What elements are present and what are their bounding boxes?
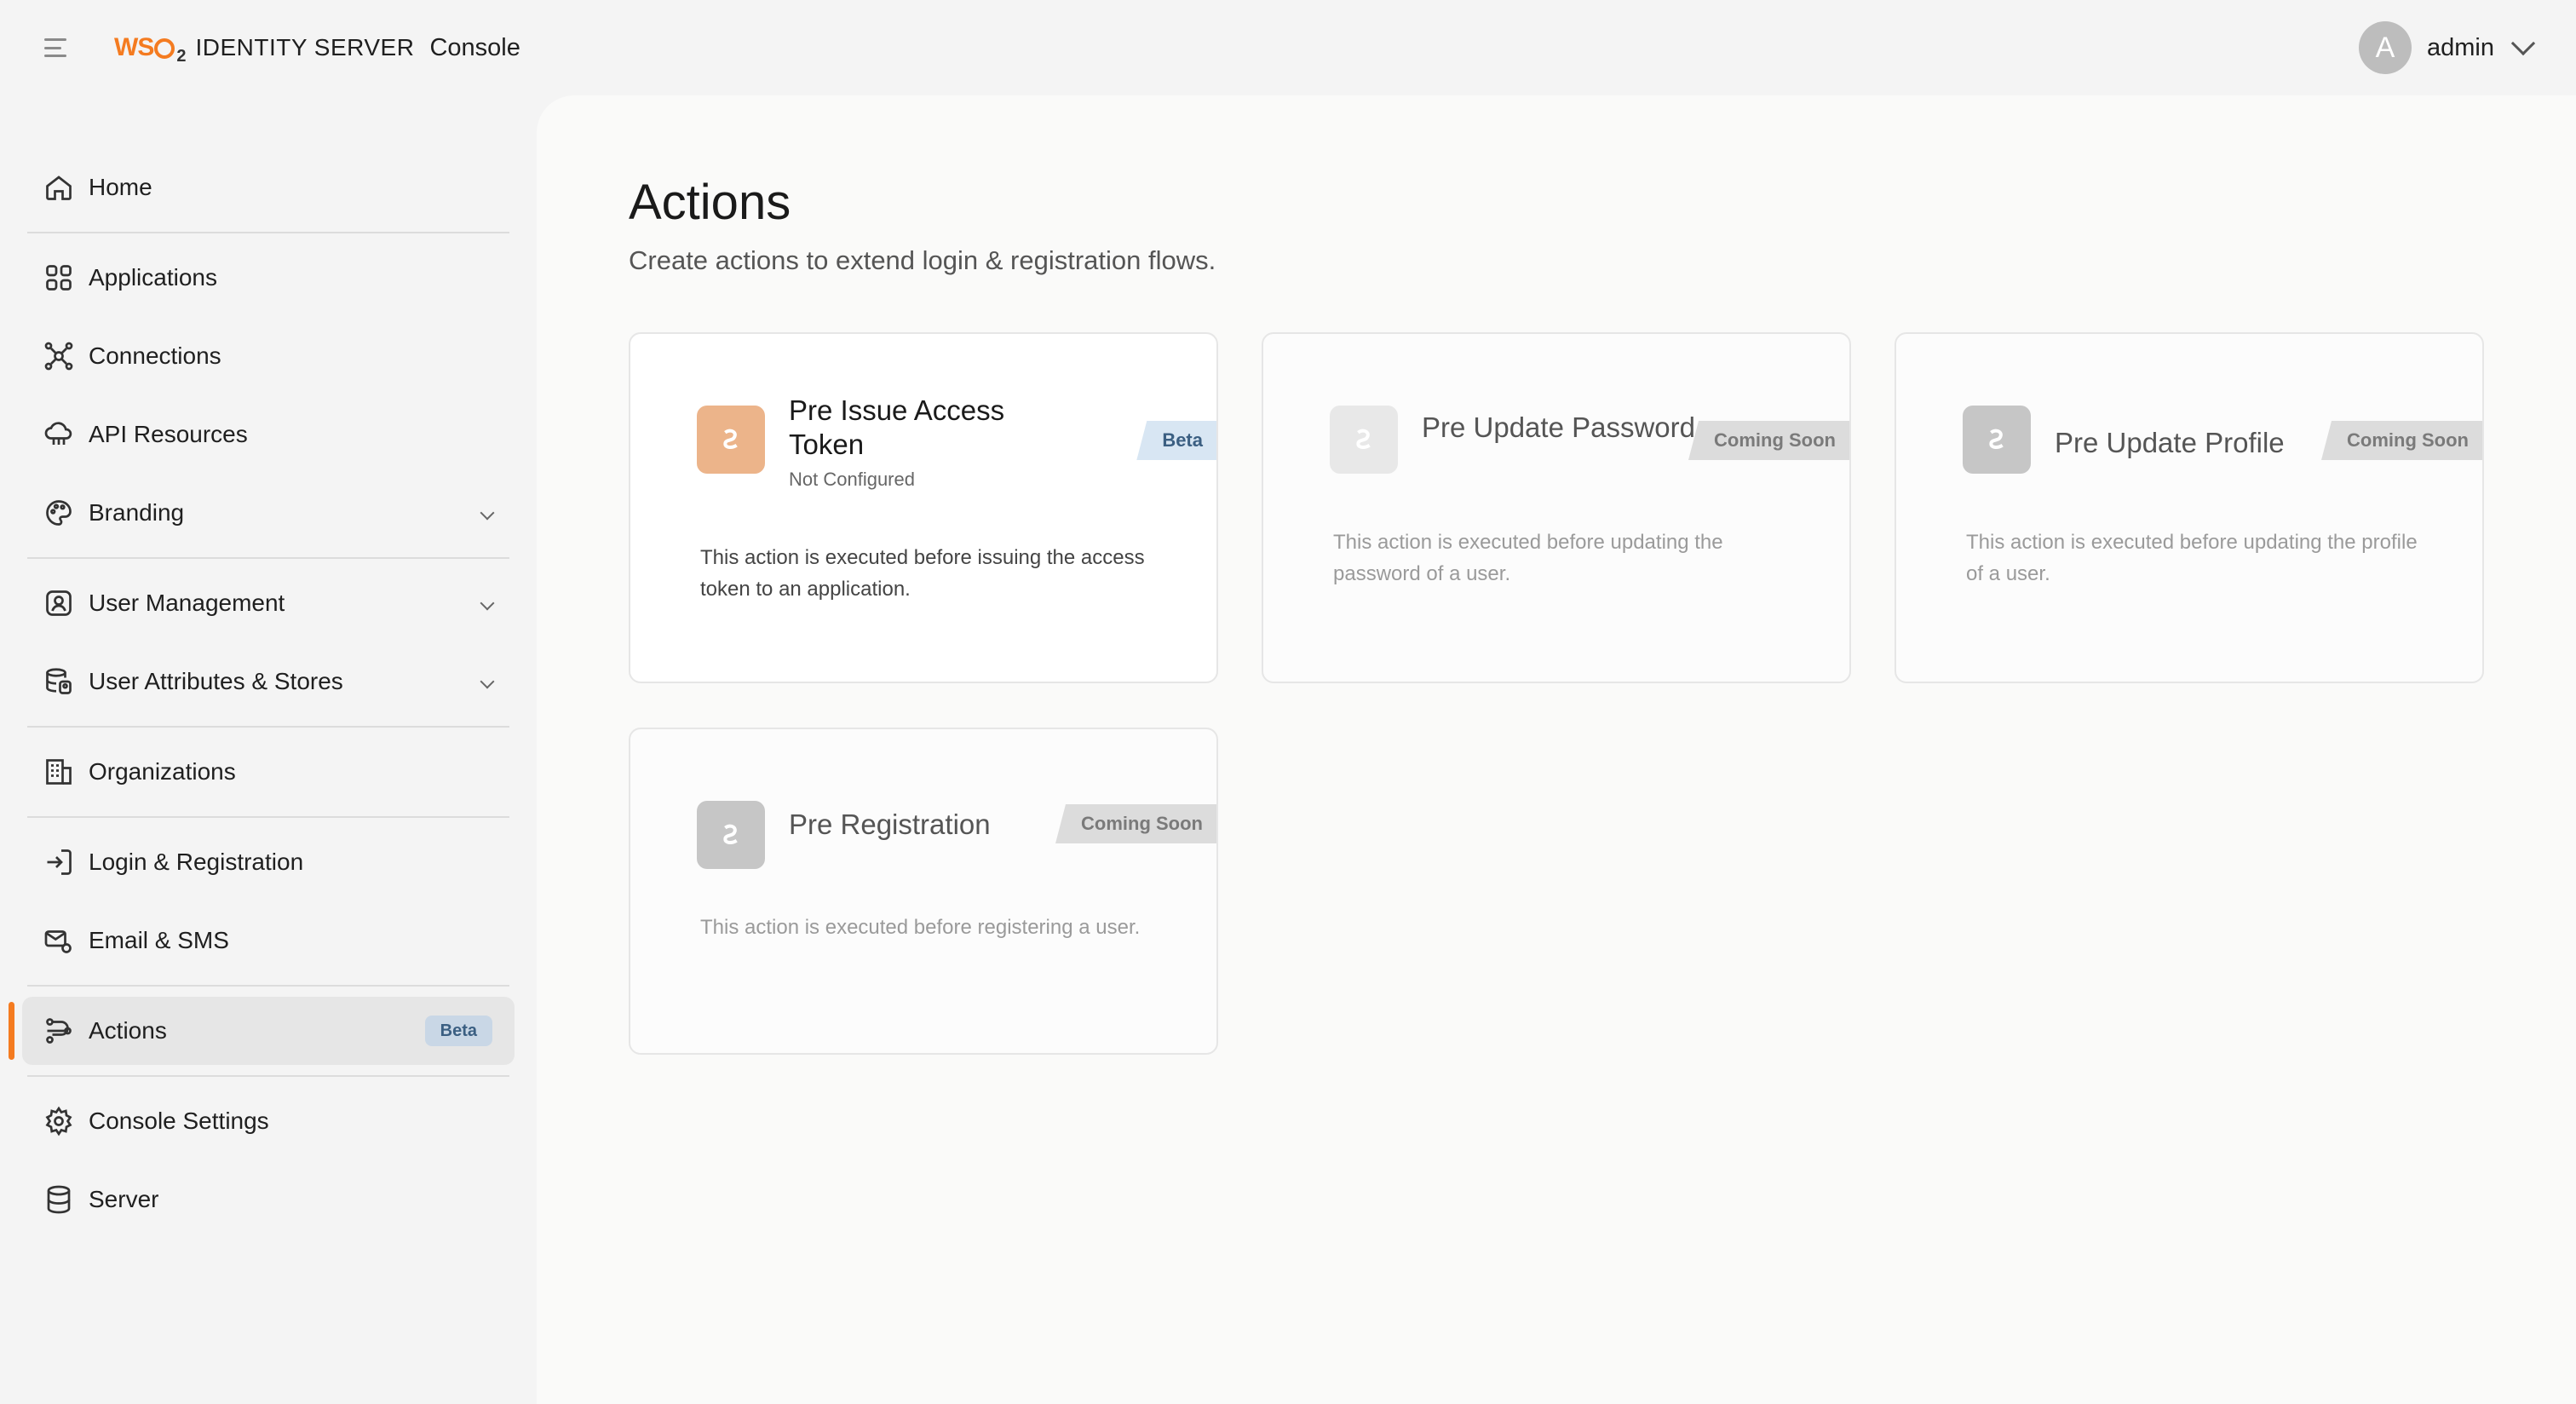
beta-badge: Beta	[424, 1016, 492, 1046]
sidebar-item-branding[interactable]: Branding	[22, 479, 515, 547]
sidebar-item-actions[interactable]: Actions Beta	[9, 997, 515, 1065]
card-description: This action is executed before updating …	[1333, 531, 1723, 585]
user-menu[interactable]: A admin	[2359, 20, 2536, 75]
action-card-pre-update-password[interactable]: Pre Update Password Coming Soon This act…	[1262, 332, 1851, 683]
card-status: Not Configured	[789, 469, 915, 490]
sidebar-item-applications[interactable]: Applications	[22, 244, 515, 312]
card-title: Pre Update Profile	[2055, 427, 2285, 458]
building-icon	[43, 756, 75, 788]
divider	[27, 985, 509, 987]
card-title: Pre Issue Access Token	[789, 394, 1005, 460]
actions-icon	[43, 1015, 75, 1047]
action-card-pre-registration[interactable]: Pre Registration Coming Soon This action…	[629, 728, 1218, 1055]
sidebar-item-server[interactable]: Server	[22, 1165, 515, 1234]
sidebar-item-connections[interactable]: Connections	[22, 322, 515, 390]
database-icon	[43, 1183, 75, 1216]
action-icon	[1963, 406, 2031, 474]
avatar[interactable]: A	[2359, 21, 2412, 74]
sidebar-item-organizations[interactable]: Organizations	[22, 738, 515, 806]
sidebar-item-user-management[interactable]: User Management	[22, 569, 515, 637]
main-panel: Actions Create actions to extend login &…	[537, 95, 2576, 1404]
sidebar-item-user-attributes-stores[interactable]: User Attributes & Stores	[22, 647, 515, 716]
card-title: Pre Update Password	[1422, 411, 1695, 443]
login-icon	[43, 846, 75, 878]
console-label: Console	[429, 33, 520, 61]
coming-soon-badge: Coming Soon	[1055, 804, 1216, 843]
coming-soon-badge: Coming Soon	[1688, 421, 1849, 460]
sidebar-item-console-settings[interactable]: Console Settings	[22, 1087, 515, 1155]
action-icon	[1330, 406, 1398, 474]
gear-icon	[43, 1105, 75, 1137]
card-title: Pre Registration	[789, 808, 991, 840]
divider	[27, 1075, 509, 1077]
divider	[27, 726, 509, 728]
sidebar-item-api-resources[interactable]: API Resources	[22, 400, 515, 469]
beta-badge: Beta	[1136, 421, 1216, 460]
menu-toggle-icon[interactable]	[44, 36, 68, 60]
action-icon	[697, 406, 765, 474]
brand[interactable]: WS 2 IDENTITY SERVER Console	[114, 31, 520, 66]
grid-icon	[43, 262, 75, 294]
user-badge-icon	[43, 587, 75, 619]
divider	[27, 816, 509, 818]
cloud-icon	[43, 418, 75, 451]
home-icon	[43, 171, 75, 204]
coming-soon-badge: Coming Soon	[2321, 421, 2482, 460]
action-card-pre-issue-access-token[interactable]: Pre Issue Access Token Not Configured Be…	[629, 332, 1218, 683]
wso2-logo: WS 2	[114, 33, 186, 66]
email-settings-icon	[43, 924, 75, 957]
connections-icon	[43, 340, 75, 372]
sidebar-item-email-sms[interactable]: Email & SMS	[22, 906, 515, 975]
product-name: IDENTITY SERVER	[195, 34, 415, 60]
divider	[27, 557, 509, 559]
chevron-down-icon[interactable]	[2510, 31, 2536, 56]
page-title: Actions	[629, 175, 791, 230]
card-description: This action is executed before updating …	[1966, 531, 2418, 585]
database-user-icon	[43, 665, 75, 698]
chevron-down-icon[interactable]	[480, 596, 495, 611]
action-icon	[697, 801, 765, 869]
chevron-down-icon[interactable]	[480, 674, 495, 689]
divider	[27, 232, 509, 233]
card-description: This action is executed before registeri…	[700, 916, 1141, 939]
sidebar-item-login-registration[interactable]: Login & Registration	[22, 828, 515, 896]
page-subtitle: Create actions to extend login & registr…	[629, 245, 1216, 275]
palette-icon	[43, 497, 75, 529]
card-description: This action is executed before issuing t…	[700, 546, 1145, 601]
top-bar: WS 2 IDENTITY SERVER Console A admin	[0, 0, 2576, 95]
sidebar: Home Applications Connections API Resour…	[0, 153, 528, 1234]
sidebar-item-home[interactable]: Home	[22, 153, 515, 222]
chevron-down-icon[interactable]	[480, 505, 495, 521]
action-card-pre-update-profile[interactable]: Pre Update Profile Coming Soon This acti…	[1895, 332, 2484, 683]
user-name: admin	[2427, 33, 2494, 61]
